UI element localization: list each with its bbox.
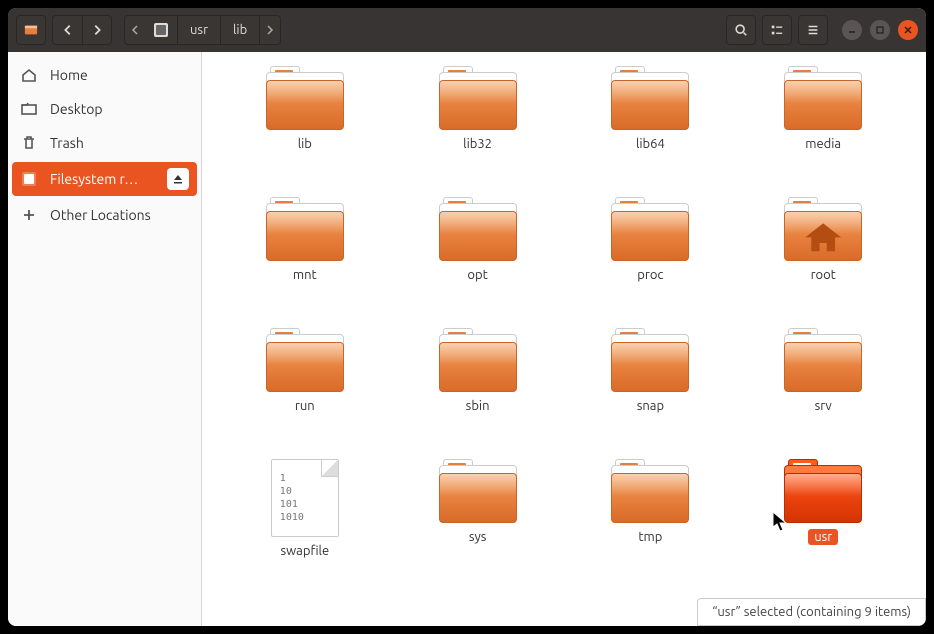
- folder-icon: [611, 328, 689, 392]
- folder-item-root[interactable]: root: [743, 197, 903, 310]
- folder-icon: [784, 328, 862, 392]
- search-button[interactable]: [726, 15, 756, 45]
- folder-item-sys[interactable]: sys: [398, 459, 558, 586]
- folder-icon: [784, 197, 862, 261]
- folder-item-usr[interactable]: usr: [743, 459, 903, 586]
- close-button[interactable]: [898, 20, 918, 40]
- plus-icon: [20, 206, 38, 224]
- path-segment-usr[interactable]: usr: [178, 16, 221, 44]
- list-view-icon: [770, 23, 784, 37]
- folder-icon: [784, 66, 862, 130]
- sidebar: Home Desktop Trash Filesystem r… Other L…: [8, 52, 202, 626]
- item-label: lib: [292, 136, 318, 152]
- folder-item-lib[interactable]: lib: [225, 66, 385, 179]
- item-label: proc: [631, 267, 669, 283]
- folder-icon: [611, 197, 689, 261]
- file-icon: 1 10 101 1010: [271, 459, 339, 537]
- home-icon: [20, 66, 38, 84]
- folder-item-lib32[interactable]: lib32: [398, 66, 558, 179]
- sidebar-label: Filesystem r…: [50, 171, 138, 187]
- folder-item-opt[interactable]: opt: [398, 197, 558, 310]
- eject-button[interactable]: [167, 168, 189, 190]
- folder-item-lib64[interactable]: lib64: [570, 66, 730, 179]
- sidebar-item-trash[interactable]: Trash: [8, 126, 201, 160]
- nav-buttons: [52, 15, 112, 45]
- item-label: lib32: [457, 136, 498, 152]
- item-label: run: [289, 398, 321, 414]
- folder-item-proc[interactable]: proc: [570, 197, 730, 310]
- folder-icon: [439, 66, 517, 130]
- folder-icon: [266, 328, 344, 392]
- item-label: media: [799, 136, 847, 152]
- item-label: lib64: [630, 136, 671, 152]
- sidebar-item-desktop[interactable]: Desktop: [8, 92, 201, 126]
- folder-icon: [611, 66, 689, 130]
- hamburger-icon: [806, 23, 820, 37]
- sidebar-label: Trash: [50, 135, 84, 151]
- item-label: usr: [808, 529, 838, 545]
- folder-item-srv[interactable]: srv: [743, 328, 903, 441]
- titlebar: usr lib: [8, 8, 926, 52]
- search-icon: [734, 23, 748, 37]
- folder-icon: [266, 197, 344, 261]
- path-root[interactable]: [145, 16, 178, 44]
- item-label: opt: [461, 267, 493, 283]
- drive-icon: [24, 23, 38, 37]
- path-segment-lib[interactable]: lib: [221, 16, 260, 44]
- sidebar-item-other-locations[interactable]: Other Locations: [8, 198, 201, 232]
- folder-item-run[interactable]: run: [225, 328, 385, 441]
- disk-icon: [153, 22, 169, 38]
- status-bar: “usr” selected (containing 9 items): [697, 598, 926, 626]
- sidebar-label: Desktop: [50, 101, 103, 117]
- file-item-swapfile[interactable]: 1 10 101 1010 swapfile: [225, 459, 385, 586]
- item-label: mnt: [287, 267, 323, 283]
- item-label: sys: [463, 529, 493, 545]
- folder-item-sbin[interactable]: sbin: [398, 328, 558, 441]
- sidebar-label: Home: [50, 67, 88, 83]
- chevron-left-icon: [61, 23, 75, 37]
- forward-button[interactable]: [82, 15, 112, 45]
- window-controls: [842, 20, 918, 40]
- path-overflow-right[interactable]: [260, 25, 280, 35]
- item-label: root: [805, 267, 842, 283]
- main-view: lib lib32 lib64 media mnt opt proc root run sbin s…: [202, 52, 926, 626]
- path-overflow-left[interactable]: [125, 25, 145, 35]
- item-label: srv: [809, 398, 838, 414]
- folder-icon: [439, 459, 517, 523]
- item-label: tmp: [632, 529, 668, 545]
- desktop-icon: [20, 100, 38, 118]
- sidebar-item-home[interactable]: Home: [8, 58, 201, 92]
- folder-item-tmp[interactable]: tmp: [570, 459, 730, 586]
- minimize-button[interactable]: [842, 20, 862, 40]
- folder-item-mnt[interactable]: mnt: [225, 197, 385, 310]
- chevron-right-icon: [90, 23, 104, 37]
- file-manager-window: usr lib Home Desktop: [8, 8, 926, 626]
- sidebar-label: Other Locations: [50, 207, 151, 223]
- folder-item-media[interactable]: media: [743, 66, 903, 179]
- folder-icon: [439, 197, 517, 261]
- item-label: sbin: [460, 398, 496, 414]
- disk-icon: [20, 170, 38, 188]
- sidebar-item-filesystem[interactable]: Filesystem r…: [12, 162, 197, 196]
- folder-item-snap[interactable]: snap: [570, 328, 730, 441]
- item-label: snap: [631, 398, 670, 414]
- view-mode-button[interactable]: [762, 15, 792, 45]
- folder-icon: [439, 328, 517, 392]
- maximize-button[interactable]: [870, 20, 890, 40]
- item-label: swapfile: [274, 543, 335, 559]
- menu-button[interactable]: [798, 15, 828, 45]
- eject-icon: [172, 173, 184, 185]
- folder-icon: [266, 66, 344, 130]
- icon-grid[interactable]: lib lib32 lib64 media mnt opt proc root run sbin s…: [202, 52, 926, 626]
- folder-icon: [611, 459, 689, 523]
- trash-icon: [20, 134, 38, 152]
- places-button[interactable]: [16, 15, 46, 45]
- back-button[interactable]: [52, 15, 82, 45]
- folder-icon: [784, 459, 862, 523]
- pathbar: usr lib: [124, 15, 281, 45]
